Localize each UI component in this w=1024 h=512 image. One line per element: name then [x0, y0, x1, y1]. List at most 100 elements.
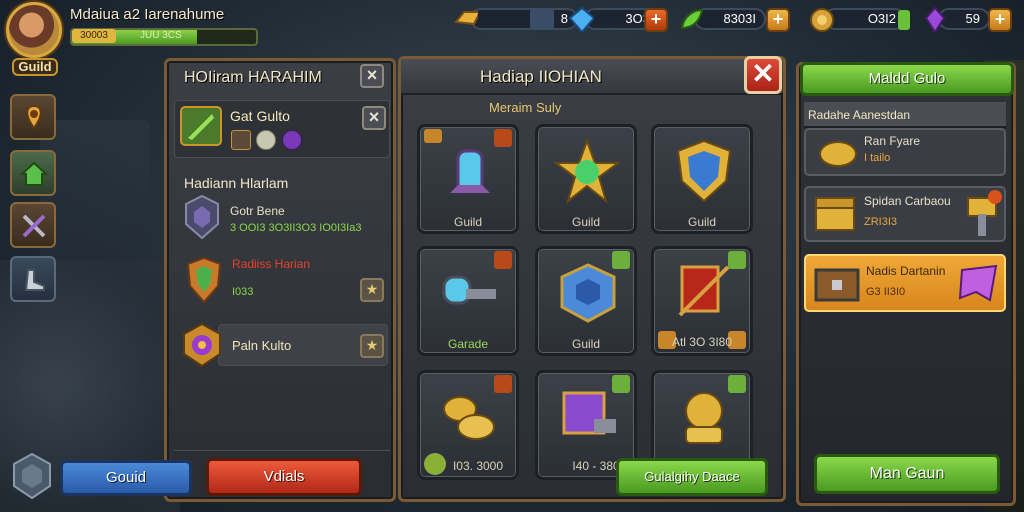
left-row-1-name: Gotr Bene	[230, 204, 285, 218]
right-section-title: Radahe Aanestdan	[808, 108, 911, 122]
war-banner-icon	[678, 265, 730, 317]
crystal-hammer-icon	[442, 275, 496, 305]
star-icon: ★	[365, 281, 379, 297]
close-icon: ×	[366, 65, 378, 85]
grid-cell-7[interactable]: I03. 3000	[417, 370, 519, 480]
frost-shield-icon	[676, 139, 732, 203]
left-item-1-name: Gat Gulto	[230, 108, 290, 124]
cell-rank-tag	[424, 129, 442, 143]
left-row-2-star-button[interactable]: ★	[360, 278, 384, 302]
side-tools-button[interactable]	[10, 202, 56, 248]
purple-emblem-icon	[183, 322, 221, 368]
grid-cell-5[interactable]: Guild	[535, 246, 637, 356]
left-panel-title: HOIiram HARAHIM	[184, 69, 322, 86]
right-card-1-title: Ran Fyare	[864, 134, 921, 148]
arcane-lantern-icon	[450, 149, 490, 193]
grid-cell-2-label: Guild	[571, 215, 600, 229]
green-leaf-icon	[680, 8, 704, 30]
gold-bar-icon	[454, 11, 478, 26]
right-card-3-sub: G3 II3I0	[866, 286, 906, 298]
side-boot-button[interactable]	[10, 256, 56, 302]
right-card-2-title: Spidan Carbaou	[864, 194, 951, 208]
resource-coin-value: O3I2	[824, 8, 906, 30]
avatar-portrait	[6, 2, 62, 58]
grid-cell-3-label: Guild	[687, 215, 716, 229]
right-card-2-sub: ZRI3I3	[864, 216, 898, 228]
player-bar-text: JUU 3CS	[140, 30, 182, 41]
left-row-1-sub: 3 OOI3 3O3II3O3 IO0I3Ia3	[230, 222, 362, 234]
left-row-3-name: Paln Kulto	[232, 338, 292, 353]
left-section-title: Hadiann Hlarlam	[184, 175, 289, 191]
item-rune-icon	[231, 130, 251, 150]
grid-cell-3[interactable]: Guild	[651, 124, 753, 234]
left-panel-close-button[interactable]: ×	[360, 64, 384, 88]
right-card-2[interactable]: Spidan Carbaou ZRI3I3	[804, 186, 1006, 242]
player-name: Mdaiua a2 Iarenahume	[70, 6, 225, 23]
grid-cell-1[interactable]: Guild	[417, 124, 519, 234]
grid-cell-4[interactable]: Garade	[417, 246, 519, 356]
treasure-chest-icon	[815, 197, 855, 231]
right-card-1-sub: I tailo	[864, 152, 891, 164]
right-panel-header[interactable]: Maldd Gulo	[800, 62, 1014, 96]
green-blade-icon	[180, 106, 222, 146]
item-amethyst-icon	[282, 130, 302, 150]
grid-cell-7-label: I03. 3000	[452, 459, 504, 473]
coin-icon	[810, 8, 834, 32]
notification-dot-icon	[988, 190, 1002, 204]
green-add-button[interactable]: +	[766, 8, 790, 32]
grid-cell-5-label: Guild	[571, 337, 600, 351]
gem-slot-icon	[530, 8, 554, 30]
grid-cell-1-label: Guild	[453, 215, 482, 229]
grid-cell-6[interactable]: Atl 3O 3I80	[651, 246, 753, 356]
resource-purple: 59 +	[922, 6, 1018, 32]
right-card-3-title: Nadis Dartanin	[866, 264, 946, 278]
left-row-2-sub: I033	[232, 286, 254, 298]
left-row-3-star-button[interactable]: ★	[360, 334, 384, 358]
purple-cloak-icon	[958, 264, 998, 302]
left-row-2-name: Radiiss Harian	[232, 257, 311, 271]
blue-gem-icon	[568, 6, 594, 32]
resource-green-value: 8303I	[694, 8, 766, 30]
house-icon	[20, 161, 48, 186]
player-badge: 30003	[72, 29, 116, 43]
center-panel-title: Hadiap IIOHIAN	[480, 67, 602, 86]
boot-icon	[24, 269, 45, 291]
iron-chest-icon	[814, 268, 860, 302]
guild-button[interactable]: Gouid	[60, 460, 192, 496]
coin-status-icon	[898, 10, 910, 30]
crossed-tools-icon	[22, 214, 46, 238]
gold-horn-icon	[443, 396, 495, 440]
right-bottom-button[interactable]: Man Gaun	[814, 454, 1000, 494]
side-shield-button[interactable]	[10, 452, 54, 500]
resource-green: 8303I +	[678, 6, 792, 32]
side-map-button[interactable]	[10, 94, 56, 140]
grid-cell-4-label: Garade	[447, 337, 489, 351]
player-avatar[interactable]: Guild	[6, 2, 66, 76]
right-card-1[interactable]: Ran Fyare I tailo	[804, 128, 1006, 176]
blue-gem-add-button[interactable]: +	[644, 8, 668, 32]
resource-blue-gem: 3O3 +	[568, 6, 668, 32]
dark-shield-icon	[185, 194, 219, 240]
golden-gauntlet-icon	[819, 141, 857, 167]
rainbow-shield-icon	[186, 256, 222, 304]
center-green-button[interactable]: Gulalgihy Daace	[616, 458, 768, 496]
emerald-star-icon	[554, 139, 620, 204]
resource-gold-value: 8	[470, 8, 578, 30]
avatar-level-label: Guild	[12, 58, 58, 76]
resource-gold: 8	[452, 6, 582, 32]
grid-cell-6-label: Atl 3O 3I80	[671, 335, 733, 349]
resource-coin: O3I2	[808, 6, 918, 32]
close-icon: ×	[368, 107, 380, 127]
red-action-button[interactable]: Vdials	[206, 458, 362, 496]
gold-trophy-icon	[685, 392, 723, 444]
hexagon-shield-icon	[13, 452, 51, 500]
close-icon: ✕	[751, 58, 775, 89]
purple-add-button[interactable]: +	[988, 8, 1012, 32]
star-icon: ★	[365, 337, 379, 353]
map-pin-icon	[26, 104, 42, 130]
left-item-1-remove-button[interactable]: ×	[362, 106, 386, 130]
right-card-3-selected[interactable]: Nadis Dartanin G3 II3I0	[804, 254, 1006, 312]
center-panel-close-button[interactable]: ✕	[744, 56, 782, 94]
side-home-button[interactable]	[10, 150, 56, 196]
grid-cell-2[interactable]: Guild	[535, 124, 637, 234]
